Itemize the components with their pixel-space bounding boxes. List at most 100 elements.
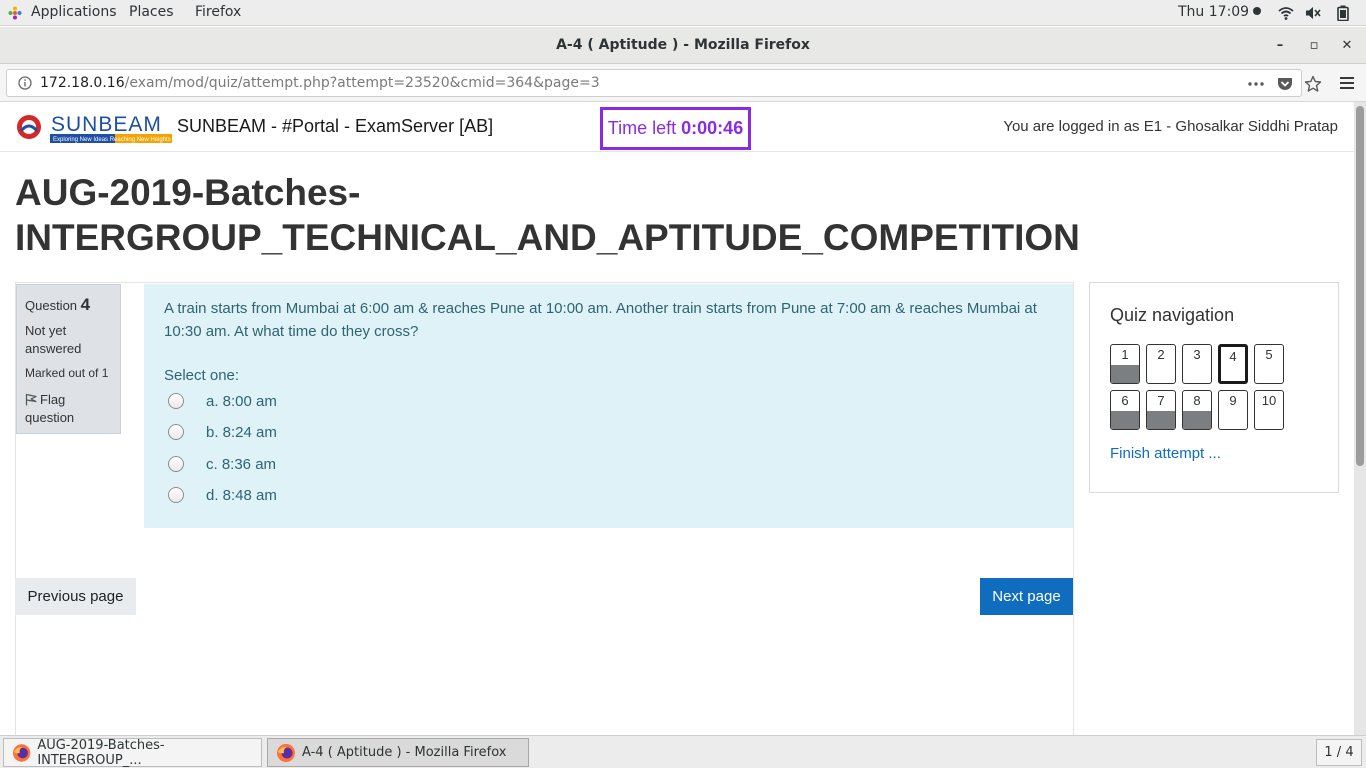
taskbar-item-firefox-label: A-4 ( Aptitude ) - Mozilla Firefox <box>302 745 507 760</box>
option-b[interactable]: b. 8:24 am <box>168 422 277 442</box>
timer-value: 0:00:46 <box>681 118 744 138</box>
info-icon[interactable] <box>18 76 32 90</box>
minimize-button[interactable]: – <box>1271 36 1289 54</box>
quiz-navigation: Quiz navigation 1 2 3 4 5 6 7 8 9 10 Finish attem… <box>1089 282 1339 493</box>
quiz-nav-button-10[interactable]: 10 <box>1254 390 1284 430</box>
pocket-icon[interactable] <box>1276 75 1294 93</box>
option-c-label: c. 8:36 am <box>206 455 277 473</box>
page-title-text: AUG-2019-Batches- INTERGROUP_TECHNICAL_AN… <box>15 172 1080 258</box>
gnome-top-bar: Applications Places Firefox Thu 17:09 <box>0 0 1366 26</box>
option-d-radio[interactable] <box>168 487 184 503</box>
taskbar-item-firefox[interactable]: A-4 ( Aptitude ) - Mozilla Firefox <box>267 738 529 767</box>
menu-icon[interactable] <box>1339 76 1355 90</box>
clock[interactable]: Thu 17:09 <box>1178 4 1262 20</box>
question-state: Not yet answered <box>25 323 82 356</box>
bookmark-star-icon[interactable] <box>1304 75 1322 93</box>
question-content: A train starts from Mumbai at 6:00 am & … <box>144 284 1073 528</box>
page-actions-icon[interactable] <box>1247 75 1265 93</box>
quiz-nav-button-1[interactable]: 1 <box>1110 344 1140 384</box>
close-button[interactable]: ✕ <box>1338 36 1356 54</box>
login-info: You are logged in as E1 - Ghosalkar Sidd… <box>1003 118 1338 135</box>
quiz-nav-button-label: 6 <box>1121 393 1129 408</box>
flag-icon <box>25 393 37 406</box>
page-scrollbar[interactable] <box>1354 102 1366 735</box>
page-title: AUG-2019-Batches- INTERGROUP_TECHNICAL_AN… <box>15 170 1115 260</box>
maximize-button[interactable]: ▫ <box>1305 36 1323 54</box>
site-header: SUNBEAM Exploring New Ideas Reaching New… <box>0 102 1354 152</box>
quiz-nav-button-label: 7 <box>1157 393 1165 408</box>
battery-icon[interactable] <box>1335 5 1351 21</box>
question-info: Question 4 Not yet answered Marked out o… <box>16 284 121 434</box>
svg-text:Exploring New Ideas Reaching N: Exploring New Ideas Reaching New Heights <box>53 137 171 143</box>
url-path: /exam/mod/quiz/attempt.php?attempt=23520… <box>124 75 600 91</box>
finish-attempt-link[interactable]: Finish attempt ... <box>1110 445 1221 462</box>
page-content: SUNBEAM Exploring New Ideas Reaching New… <box>0 102 1354 735</box>
workspace-switcher[interactable]: 1 / 4 <box>1316 739 1362 766</box>
next-page-button[interactable]: Next page <box>980 578 1073 615</box>
quiz-nav-button-label: 9 <box>1229 393 1237 408</box>
clock-text: Thu 17:09 <box>1178 4 1250 20</box>
quiz-nav-button-label: 5 <box>1265 347 1273 362</box>
firefox-menu[interactable]: Firefox <box>195 4 241 20</box>
url-host: 172.18.0.16 <box>40 75 125 91</box>
quiz-nav-button-4[interactable]: 4 <box>1218 344 1248 384</box>
firefox-icon <box>277 743 295 762</box>
quiz-nav-button-2[interactable]: 2 <box>1146 344 1176 384</box>
option-a-label: a. 8:00 am <box>206 392 277 410</box>
taskbar: AUG-2019-Batches-INTERGROUP_... A-4 ( Ap… <box>0 735 1366 768</box>
quiz-nav-button-5[interactable]: 5 <box>1254 344 1284 384</box>
answered-indicator <box>1111 411 1139 429</box>
answered-indicator <box>1111 365 1139 383</box>
select-one-prompt: Select one: <box>164 367 240 384</box>
answered-indicator <box>1147 411 1175 429</box>
quiz-nav-button-7[interactable]: 7 <box>1146 390 1176 430</box>
option-b-label: b. 8:24 am <box>206 423 277 441</box>
quiz-nav-button-label: 3 <box>1193 347 1201 362</box>
quiz-nav-button-8[interactable]: 8 <box>1182 390 1212 430</box>
window-titlebar[interactable]: A-4 ( Aptitude ) - Mozilla Firefox – ▫ ✕ <box>0 27 1366 64</box>
quiz-nav-button-3[interactable]: 3 <box>1182 344 1212 384</box>
site-name[interactable]: SUNBEAM - #Portal - ExamServer [AB] <box>177 116 493 137</box>
volume-muted-icon[interactable] <box>1305 5 1321 21</box>
question-number-value: 4 <box>80 295 91 314</box>
previous-page-button[interactable]: Previous page <box>15 578 136 615</box>
url-text: 172.18.0.16/exam/mod/quiz/attempt.php?at… <box>40 75 600 91</box>
option-b-radio[interactable] <box>168 424 184 440</box>
timer-label: Time left <box>607 118 677 138</box>
svg-text:SUNBEAM: SUNBEAM <box>51 113 162 136</box>
question-label: Question <box>25 298 78 313</box>
quiz-nav-button-label: 1 <box>1121 347 1129 362</box>
flag-question[interactable]: Flag question <box>25 391 115 427</box>
firefox-icon <box>12 743 31 762</box>
wifi-icon[interactable] <box>1278 5 1294 21</box>
places-menu[interactable]: Places <box>129 4 174 20</box>
question-grade: Marked out of 1 <box>25 366 109 380</box>
quiz-navigation-title: Quiz navigation <box>1110 305 1235 325</box>
scrollbar-thumb[interactable] <box>1356 106 1364 466</box>
option-a-radio[interactable] <box>168 393 184 409</box>
sunbeam-logo[interactable]: SUNBEAM Exploring New Ideas Reaching New… <box>15 109 173 147</box>
question-text: A train starts from Mumbai at 6:00 am & … <box>164 300 1037 340</box>
browser-navbar: 172.18.0.16/exam/mod/quiz/attempt.php?at… <box>0 64 1366 102</box>
quiz-nav-button-6[interactable]: 6 <box>1110 390 1140 430</box>
option-d[interactable]: d. 8:48 am <box>168 485 277 505</box>
window-title: A-4 ( Aptitude ) - Mozilla Firefox <box>556 37 810 53</box>
option-d-label: d. 8:48 am <box>206 486 277 504</box>
quiz-nav-button-9[interactable]: 9 <box>1218 390 1248 430</box>
option-c-radio[interactable] <box>168 456 184 472</box>
url-bar[interactable]: 172.18.0.16/exam/mod/quiz/attempt.php?at… <box>6 69 1322 97</box>
quiz-timer: Time left 0:00:46 <box>600 107 751 150</box>
taskbar-item-exam-label: AUG-2019-Batches-INTERGROUP_... <box>37 737 165 768</box>
quiz-nav-button-label: 4 <box>1229 349 1237 364</box>
question-number: Question 4 <box>25 295 90 315</box>
option-a[interactable]: a. 8:00 am <box>168 391 277 411</box>
applications-menu[interactable]: Applications <box>31 4 117 20</box>
applications-icon <box>8 6 22 20</box>
answered-indicator <box>1183 411 1211 429</box>
taskbar-item-exam[interactable]: AUG-2019-Batches-INTERGROUP_... <box>3 737 262 768</box>
quiz-nav-button-label: 8 <box>1193 393 1201 408</box>
notification-dot <box>1253 7 1262 15</box>
quiz-nav-button-label: 10 <box>1261 393 1277 408</box>
option-c[interactable]: c. 8:36 am <box>168 454 276 474</box>
quiz-nav-button-label: 2 <box>1157 347 1165 362</box>
